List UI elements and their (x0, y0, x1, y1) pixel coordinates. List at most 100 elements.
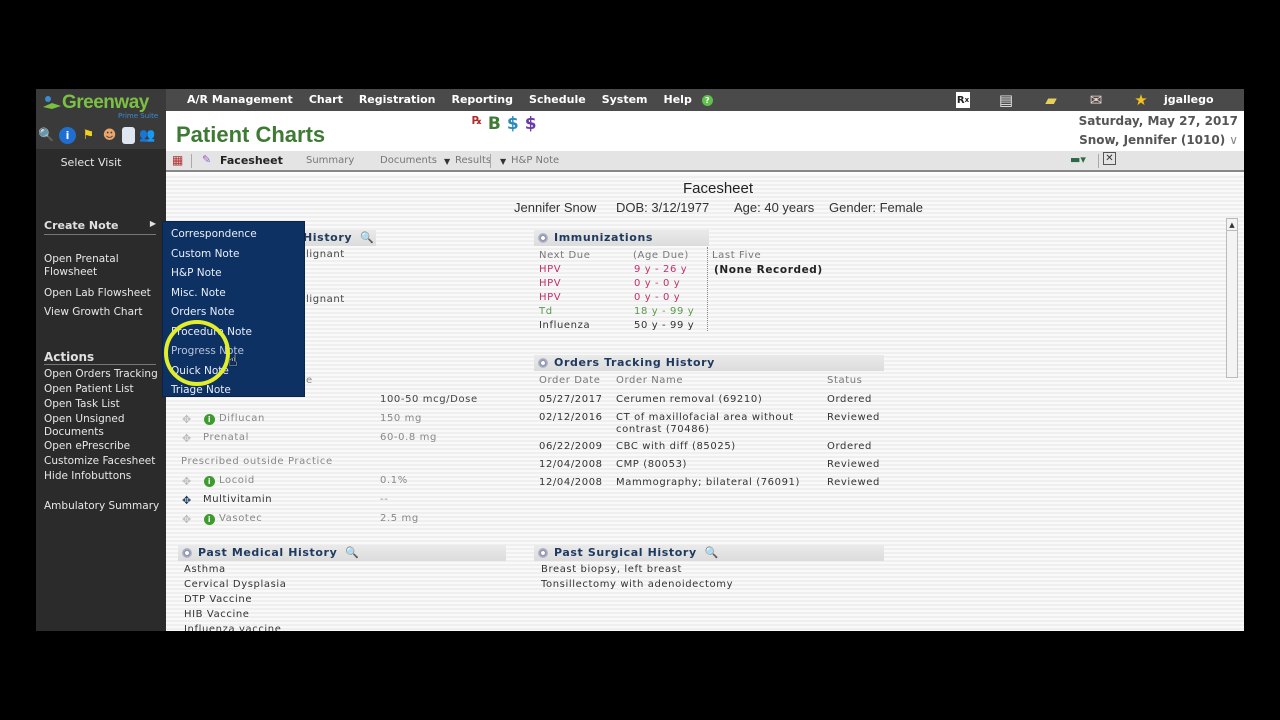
history-row-text: lignant (306, 294, 345, 305)
prescription-icon[interactable]: ℞ (472, 114, 482, 134)
menu-ar-management[interactable]: A/R Management (179, 89, 301, 111)
infobutton-icon[interactable]: i (204, 514, 215, 525)
tab-divider (1098, 154, 1099, 168)
past-medical-item: Cervical Dysplasia (184, 579, 287, 590)
sidebar: Select Visit Create Note ▶ Open Prenatal… (36, 149, 166, 631)
favorites-star-icon[interactable]: ★ (1132, 91, 1150, 109)
immunization-name[interactable]: HPV (539, 264, 561, 275)
immunization-name[interactable]: Influenza (539, 320, 590, 331)
menu-item-custom-note[interactable]: Custom Note (171, 248, 239, 260)
tab-documents[interactable]: Documents (380, 155, 437, 166)
tab-summary[interactable]: Summary (306, 155, 354, 166)
menu-reporting[interactable]: Reporting (443, 89, 521, 111)
menu-item-hp-note[interactable]: H&P Note (171, 267, 222, 279)
sidebar-view-growth-chart[interactable]: View Growth Chart (44, 306, 162, 319)
sidebar-open-lab-flowsheet[interactable]: Open Lab Flowsheet (44, 287, 162, 300)
menu-item-orders-note[interactable]: Orders Note (171, 306, 235, 318)
immunization-name[interactable]: HPV (539, 278, 561, 289)
infobutton-icon[interactable]: i (204, 414, 215, 425)
collapse-toggle-icon[interactable] (538, 233, 548, 243)
page-header: Patient Charts ℞ B $ $ Saturday, May 27,… (166, 111, 1244, 149)
past-surgical-history-section-header[interactable]: Past Surgical History 🔍 (534, 545, 884, 561)
sidebar-open-unsigned-documents[interactable]: Open Unsigned Documents (44, 413, 134, 439)
collapse-toggle-icon[interactable] (182, 548, 192, 558)
mail-icon[interactable]: ✉ (1087, 91, 1105, 109)
rx-icon[interactable]: Rx (956, 92, 970, 108)
sidebar-open-patient-list[interactable]: Open Patient List (44, 383, 162, 396)
header-action-icons: ℞ B $ $ (472, 114, 537, 134)
menu-system[interactable]: System (594, 89, 656, 111)
immunizations-section-header[interactable]: Immunizations (534, 230, 709, 246)
past-medical-history-section-header[interactable]: Past Medical History 🔍 (178, 545, 506, 561)
move-handle-icon[interactable]: ✥ (182, 413, 192, 426)
chevron-down-icon[interactable]: ∨ (1229, 133, 1238, 147)
tab-hp-note[interactable]: H&P Note (511, 155, 559, 166)
medication-vasotec[interactable]: i Vasotec (204, 513, 262, 525)
info-icon[interactable]: i (59, 127, 76, 144)
flag-icon[interactable]: ⚑ (80, 127, 97, 144)
patient-selector[interactable]: Snow, Jennifer (1010) ∨ (1079, 133, 1238, 147)
facesheet-title: Facesheet (682, 180, 754, 197)
help-icon[interactable]: ? (701, 94, 713, 106)
charges-icon[interactable]: $ (507, 114, 519, 134)
menu-registration[interactable]: Registration (351, 89, 444, 111)
create-note-menu[interactable]: Create Note ▶ (44, 219, 156, 235)
username[interactable]: jgallego (1164, 89, 1214, 111)
results-dropdown-icon[interactable]: ▼ (444, 157, 450, 166)
patient-options-icon[interactable]: ☻ (101, 127, 118, 144)
calendar-icon[interactable]: ▦ (172, 153, 183, 167)
section-title: History (303, 231, 353, 244)
order-name: CMP (80053) (616, 459, 688, 470)
past-medical-item: Influenza vaccine (184, 624, 282, 631)
scroll-up-arrow-icon[interactable]: ▲ (1227, 219, 1237, 231)
collapse-toggle-icon[interactable] (538, 358, 548, 368)
search-icon[interactable]: 🔍 (345, 545, 359, 561)
tab-divider (191, 154, 192, 168)
sidebar-customize-facesheet[interactable]: Customize Facesheet (44, 455, 162, 468)
sidebar-hide-infobuttons[interactable]: Hide Infobuttons (44, 470, 162, 483)
collapse-toggle-icon[interactable] (538, 548, 548, 558)
tab-results[interactable]: Results (455, 155, 491, 166)
sidebar-open-orders-tracking[interactable]: Open Orders Tracking (44, 368, 162, 381)
infobutton-icon[interactable]: i (204, 476, 215, 487)
orders-tracking-section-header[interactable]: Orders Tracking History (534, 355, 884, 371)
move-handle-icon[interactable]: ✥ (182, 475, 192, 488)
sidebar-open-task-list[interactable]: Open Task List (44, 398, 162, 411)
sidebar-ambulatory-summary[interactable]: Ambulatory Summary (44, 500, 162, 513)
order-date: 02/12/2016 (539, 412, 603, 423)
payments-icon[interactable]: $ (525, 114, 537, 134)
medication-locoid[interactable]: i Locoid (204, 475, 255, 487)
sidebar-open-prenatal-flowsheet[interactable]: Open Prenatal Flowsheet (44, 253, 162, 279)
menu-item-misc-note[interactable]: Misc. Note (171, 287, 226, 299)
medication-name: Vasotec (219, 513, 263, 524)
scrollbar[interactable]: ▲ (1226, 218, 1238, 378)
medication-diflucan[interactable]: i Diflucan (204, 413, 265, 425)
notes-icon[interactable]: ▤ (997, 91, 1015, 109)
document-icon[interactable] (122, 127, 135, 144)
medication-prenatal[interactable]: Prenatal (203, 432, 249, 443)
patient-search-icon[interactable]: 🔍 (38, 127, 55, 144)
tab-facesheet[interactable]: Facesheet (220, 154, 283, 167)
billing-icon[interactable]: B (488, 114, 501, 134)
section-title: Orders Tracking History (554, 356, 715, 369)
menu-chart[interactable]: Chart (301, 89, 351, 111)
medication-multivitamin[interactable]: Multivitamin (203, 494, 272, 505)
select-visit-button[interactable]: Select Visit (36, 156, 146, 169)
sidebar-open-eprescribe[interactable]: Open ePrescribe (44, 440, 162, 453)
move-handle-icon[interactable]: ✥ (182, 494, 192, 507)
immunization-name[interactable]: HPV (539, 292, 561, 303)
menu-item-triage-note[interactable]: Triage Note (171, 384, 231, 396)
immunization-name[interactable]: Td (539, 306, 553, 317)
menu-help[interactable]: Help (656, 89, 700, 111)
print-options-icon[interactable]: ▬▾ (1070, 153, 1086, 166)
menu-item-correspondence[interactable]: Correspondence (171, 228, 257, 240)
hp-note-dropdown-icon[interactable]: ▼ (500, 157, 506, 166)
users-icon[interactable]: 👥 (139, 127, 156, 144)
move-handle-icon[interactable]: ✥ (182, 513, 192, 526)
move-handle-icon[interactable]: ✥ (182, 432, 192, 445)
menu-schedule[interactable]: Schedule (521, 89, 594, 111)
folder-icon[interactable]: ▰ (1042, 91, 1060, 109)
close-icon[interactable]: ✕ (1103, 152, 1116, 165)
search-icon[interactable]: 🔍 (360, 230, 374, 246)
search-icon[interactable]: 🔍 (705, 545, 719, 561)
